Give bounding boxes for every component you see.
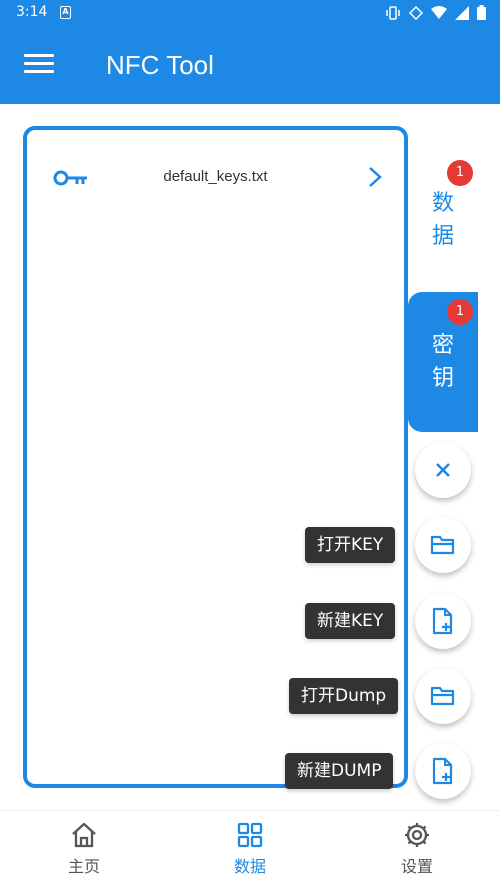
app-title: NFC Tool	[106, 50, 214, 80]
tab-key-label-2: 钥	[431, 366, 454, 391]
key-count-badge: 1	[447, 299, 473, 325]
new-dump-button[interactable]	[415, 743, 471, 799]
new-key-button[interactable]	[415, 593, 471, 649]
gear-icon	[405, 823, 429, 847]
open-dump-button[interactable]	[415, 668, 471, 724]
data-count-badge: 1	[447, 160, 473, 186]
folder-open-icon	[430, 535, 455, 555]
file-add-icon	[432, 757, 453, 785]
wifi-icon	[431, 5, 447, 19]
nav-home[interactable]: 主页	[34, 821, 134, 877]
nav-settings-label: 设置	[400, 857, 433, 876]
open-key-label[interactable]: 打开KEY	[305, 527, 396, 563]
signal-icon	[455, 5, 469, 20]
chevron-right-icon	[369, 167, 382, 187]
app-bar: NFC Tool	[0, 26, 500, 104]
file-name: default_keys.txt	[163, 168, 268, 185]
menu-button[interactable]	[24, 54, 54, 76]
home-icon	[72, 822, 96, 848]
new-dump-label[interactable]: 新建DUMP	[285, 753, 394, 789]
vibrate-icon	[386, 5, 400, 20]
nav-data-label: 数据	[233, 857, 266, 876]
bottom-nav: 主页 数据 设置	[0, 810, 500, 888]
tab-data-label-1: 数	[431, 191, 454, 216]
open-key-button[interactable]	[415, 517, 471, 573]
close-icon	[436, 463, 450, 477]
nav-home-label: 主页	[67, 857, 100, 876]
file-row[interactable]: default_keys.txt	[27, 150, 404, 206]
tab-key-label-1: 密	[431, 333, 454, 358]
close-fab-button[interactable]	[415, 442, 471, 498]
notification-icon: A	[60, 6, 71, 19]
new-key-label[interactable]: 新建KEY	[305, 603, 396, 639]
status-bar: 3:14 A	[0, 0, 500, 26]
diamond-icon	[409, 5, 423, 20]
open-dump-label[interactable]: 打开Dump	[289, 678, 399, 714]
nav-data[interactable]: 数据	[200, 821, 300, 877]
status-icons	[385, 5, 486, 20]
grid-icon	[237, 822, 263, 848]
nav-settings[interactable]: 设置	[367, 821, 467, 877]
file-add-icon	[432, 607, 453, 635]
tab-data-label-2: 据	[431, 224, 454, 249]
status-time: 3:14	[16, 4, 48, 20]
folder-open-icon	[430, 686, 455, 706]
battery-icon	[477, 5, 486, 20]
